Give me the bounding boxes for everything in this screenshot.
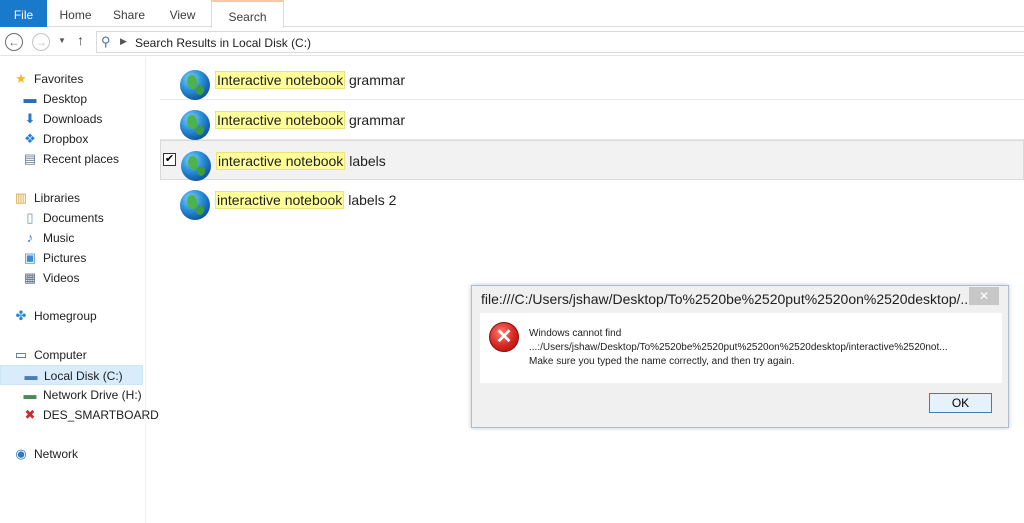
search-results: Interactive notebook grammar Interactive… [160, 60, 1024, 220]
nav-network[interactable]: ◉ Network [0, 444, 143, 464]
result-name-rest: labels 2 [344, 192, 397, 208]
tab-search[interactable]: Search [211, 0, 284, 28]
nav-favorites[interactable]: ★ Favorites [0, 69, 143, 89]
ok-button[interactable]: OK [929, 393, 992, 413]
result-name: interactive notebook labels [216, 152, 386, 170]
close-icon[interactable]: ✕ [969, 287, 999, 305]
error-message-path: ...:/Users/jshaw/Desktop/To%2520be%2520p… [529, 342, 948, 353]
result-name: interactive notebook labels 2 [215, 191, 397, 209]
nav-downloads[interactable]: ⬇ Downloads [0, 109, 143, 129]
search-highlight: interactive notebook [215, 191, 345, 209]
nav-libraries[interactable]: ▥ Libraries [0, 188, 143, 208]
nav-computer[interactable]: ▭ Computer [0, 345, 143, 365]
result-row[interactable]: interactive notebook labels 2 [160, 180, 1024, 220]
nav-videos[interactable]: ▦ Videos [0, 268, 143, 288]
internet-shortcut-icon [181, 151, 211, 181]
nav-label: Homegroup [34, 309, 97, 323]
nav-label: Dropbox [43, 132, 89, 146]
result-name: Interactive notebook grammar [215, 111, 405, 129]
nav-network-drive[interactable]: ▬ Network Drive (H:) [0, 385, 143, 405]
chevron-right-icon[interactable]: ▶ [120, 36, 127, 47]
pictures-icon: ▣ [23, 250, 37, 265]
address-bar: ← → ▼ ↑ ⚲ ▶ Search Results in Local Disk… [0, 28, 1024, 56]
selection-checkbox[interactable]: ✔ [163, 153, 176, 166]
homegroup-icon: ✤ [15, 308, 27, 323]
error-message-line1: Windows cannot find [529, 328, 622, 339]
internet-shortcut-icon [180, 110, 210, 140]
star-icon: ★ [15, 71, 27, 86]
nav-label: Videos [43, 271, 80, 285]
nav-label: Favorites [34, 72, 84, 86]
forward-icon[interactable]: → [32, 33, 50, 51]
dropbox-icon: ❖ [24, 131, 36, 146]
search-location-icon: ⚲ [101, 34, 111, 49]
nav-label: Desktop [43, 92, 88, 106]
nav-label: Libraries [34, 191, 81, 205]
result-name-rest: grammar [345, 72, 405, 88]
libraries-icon: ▥ [14, 190, 28, 205]
nav-label: Computer [34, 348, 87, 362]
result-row[interactable]: Interactive notebook grammar [160, 60, 1024, 100]
error-dialog: file:///C:/Users/jshaw/Desktop/To%2520be… [471, 285, 1009, 428]
music-icon: ♪ [26, 230, 34, 245]
nav-pictures[interactable]: ▣ Pictures [0, 248, 143, 268]
tab-share[interactable]: Share [103, 0, 155, 27]
internet-shortcut-icon [180, 190, 210, 220]
nav-dropbox[interactable]: ❖ Dropbox [0, 129, 143, 149]
desktop-icon: ▬ [23, 91, 37, 106]
nav-label: Network [34, 447, 79, 461]
address-field[interactable]: ⚲ ▶ Search Results in Local Disk (C:) [96, 31, 1024, 53]
nav-homegroup[interactable]: ✤ Homegroup [0, 306, 143, 326]
nav-des-smartboard[interactable]: ✖ DES_SMARTBOARD [0, 405, 159, 425]
nav-local-disk[interactable]: ▬ Local Disk (C:) [0, 365, 143, 385]
nav-label: Pictures [43, 251, 87, 265]
nav-label: Downloads [43, 112, 103, 126]
search-highlight: Interactive notebook [215, 71, 346, 89]
back-icon[interactable]: ← [5, 33, 23, 51]
tab-view[interactable]: View [155, 0, 210, 27]
dialog-title: file:///C:/Users/jshaw/Desktop/To%2520be… [481, 291, 971, 307]
tab-home[interactable]: Home [48, 0, 103, 27]
nav-label: DES_SMARTBOARD [43, 408, 159, 422]
nav-recent-places[interactable]: ▤ Recent places [0, 149, 143, 169]
result-name-rest: labels [345, 153, 386, 169]
dialog-body: ✕ Windows cannot find ...:/Users/jshaw/D… [480, 313, 1002, 383]
navigation-pane: ★ Favorites ▬ Desktop ⬇ Downloads ❖ Drop… [0, 57, 159, 523]
result-row[interactable]: ✔ interactive notebook labels [160, 140, 1024, 181]
nav-documents[interactable]: ▯ Documents [0, 208, 143, 228]
nav-label: Documents [43, 211, 104, 225]
downloads-icon: ⬇ [24, 111, 36, 126]
recent-places-icon: ▤ [23, 151, 37, 166]
ribbon: File Home Share View Search [0, 0, 1024, 28]
documents-icon: ▯ [26, 210, 34, 225]
internet-shortcut-icon [180, 70, 210, 100]
error-icon: ✕ [489, 322, 519, 352]
drive-icon: ▬ [24, 368, 38, 383]
videos-icon: ▦ [23, 270, 37, 285]
disconnected-drive-icon: ✖ [24, 407, 36, 422]
nav-label: Local Disk (C:) [44, 369, 123, 383]
network-drive-icon: ▬ [23, 387, 37, 402]
nav-label: Recent places [43, 152, 120, 166]
nav-label: Music [43, 231, 75, 245]
error-message-hint: Make sure you typed the name correctly, … [529, 356, 795, 367]
nav-label: Network Drive (H:) [43, 388, 142, 402]
tab-file[interactable]: File [0, 0, 47, 27]
result-row[interactable]: Interactive notebook grammar [160, 100, 1024, 140]
computer-icon: ▭ [14, 347, 28, 362]
nav-desktop[interactable]: ▬ Desktop [0, 89, 143, 109]
search-highlight: interactive notebook [216, 152, 346, 170]
nav-music[interactable]: ♪ Music [0, 228, 143, 248]
address-path: Search Results in Local Disk (C:) [135, 36, 312, 50]
search-highlight: Interactive notebook [215, 111, 346, 129]
up-icon[interactable]: ↑ [77, 32, 84, 48]
recent-locations-icon[interactable]: ▼ [58, 36, 66, 45]
network-icon: ◉ [15, 446, 27, 461]
result-name-rest: grammar [345, 112, 405, 128]
result-name: Interactive notebook grammar [215, 71, 405, 89]
